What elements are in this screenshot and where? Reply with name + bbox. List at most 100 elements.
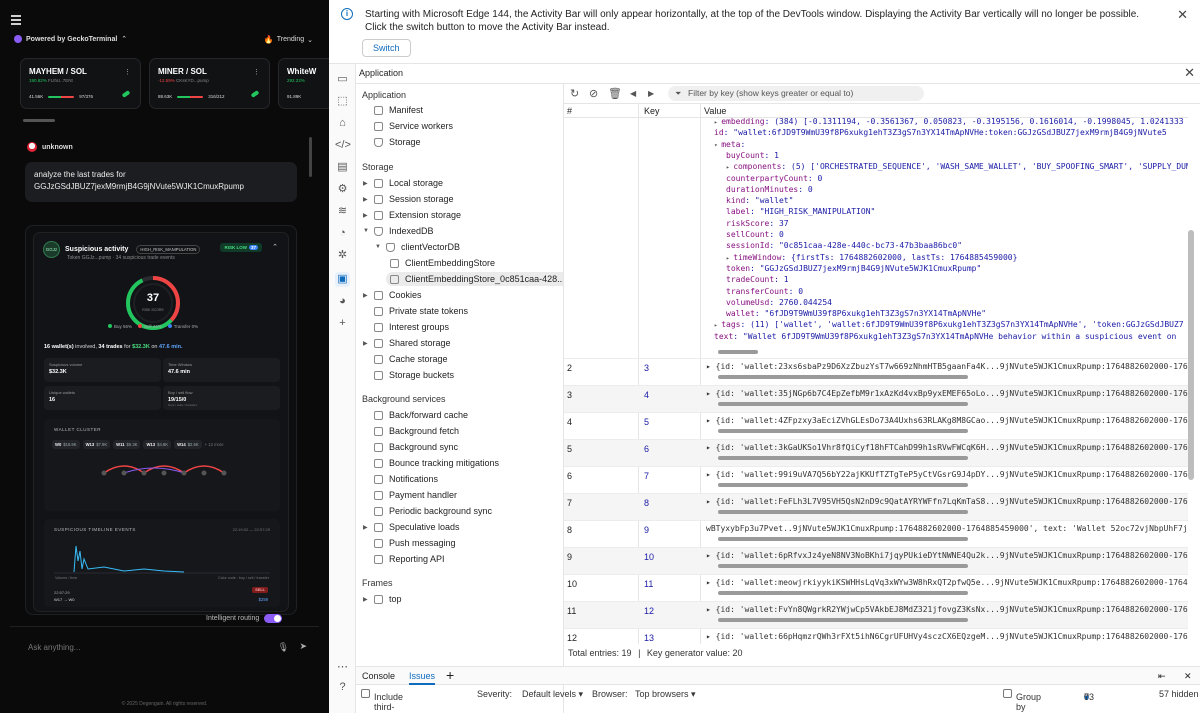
network-icon[interactable]: ≋ <box>335 204 350 219</box>
tree-storage-item[interactable]: Storage <box>374 137 421 147</box>
row-value[interactable]: ▸ {id: 'wallet:FvYn8QWgrkR2YWjwCp5VAkbEJ… <box>706 605 1188 614</box>
help-icon[interactable]: ? <box>335 680 350 695</box>
trending-card[interactable]: WhiteW 292.22% 91.89K <box>278 58 329 109</box>
row-scrollbar[interactable] <box>718 564 968 568</box>
tree-cache-storage[interactable]: Cache storage <box>374 354 448 364</box>
table-row[interactable]: 2 3 ▸ {id: 'wallet:23xs6sbaPz9D6XzZbuzYsT7… <box>564 358 1188 385</box>
row-scrollbar[interactable] <box>718 350 758 354</box>
tree-notifications[interactable]: Notifications <box>374 474 438 484</box>
object-property[interactable]: sellCount: 0 <box>726 230 784 239</box>
elements-icon[interactable]: </> <box>335 138 351 153</box>
trending-card[interactable]: MINER / SOL -12.59% CKsKYD...pump 88.63K… <box>149 58 270 109</box>
tree-shared-storage[interactable]: ▶ Shared storage <box>363 338 451 348</box>
table-row[interactable]: 12 13 ▸ {id: 'wallet:66pHqmzrQWh3rFXt5ihN6… <box>564 628 1188 644</box>
tab-issues[interactable]: Issues <box>409 671 436 685</box>
tree-session-storage[interactable]: ▶ Session storage <box>363 194 454 204</box>
more-tools-icon[interactable]: ⋯ <box>335 660 350 675</box>
object-property[interactable]: wallet: "6fJD9T9WmU39f8P6xukg1ehT3Z3gS7n… <box>726 309 986 318</box>
object-property[interactable]: ▸ components: (5) ['ORCHESTRATED_SEQUENC… <box>726 162 1188 171</box>
grid-scrollbar[interactable] <box>1188 230 1194 480</box>
row-scrollbar[interactable] <box>718 537 968 541</box>
row-scrollbar[interactable] <box>718 618 968 622</box>
more-icon[interactable]: ⋮ <box>124 68 131 76</box>
table-row[interactable]: 4 5 ▸ {id: 'wallet:4ZFpzxy3aEciZVhGLEsDo73… <box>564 412 1188 439</box>
sources-icon[interactable]: ⚙ <box>335 182 350 197</box>
key-filter-input[interactable]: ⏷ Filter by key (show keys greater or eq… <box>668 86 924 101</box>
trending-dropdown[interactable]: 🔥 Trending ⌄ <box>264 35 313 44</box>
row-value[interactable]: ▸ {id: 'wallet:meowjrkiyykiKSWHHsLqVq3xW… <box>706 578 1188 587</box>
table-row[interactable]: 5 6 ▸ {id: 'wallet:3kGaUKSo1Vhr8fQiCyf18hF… <box>564 439 1188 466</box>
checkbox[interactable] <box>361 689 370 698</box>
tree-client-embedding-store-selected[interactable]: ClientEmbeddingStore_0c851caa-428... <box>386 272 563 286</box>
table-row[interactable]: 6 7 ▸ {id: 'wallet:99i9uVA7Q56bY22ajKKUfTZ… <box>564 466 1188 493</box>
more-icon[interactable]: ⋮ <box>253 68 260 76</box>
add-tool-icon[interactable]: + <box>335 316 350 331</box>
vertical-scrollbar[interactable] <box>309 137 312 177</box>
chat-input[interactable]: Ask anything... <box>28 643 80 652</box>
checkbox[interactable] <box>1003 689 1012 698</box>
tree-bounce-tracking[interactable]: Bounce tracking mitigations <box>374 458 499 468</box>
tree-reporting-api[interactable]: Reporting API <box>374 554 445 564</box>
table-row[interactable]: 8 9 wBTyxybFp3u7Pvet..9jNVute5WJK1CmuxRpum… <box>564 520 1188 547</box>
row-value[interactable]: wBTyxybFp3u7Pvet..9jNVute5WJK1CmuxRpump:… <box>706 524 1188 533</box>
row-scrollbar[interactable] <box>718 375 968 379</box>
object-property[interactable]: ▾ meta: <box>714 140 745 149</box>
tree-interest-groups[interactable]: Interest groups <box>374 322 449 332</box>
routing-toggle[interactable] <box>264 614 283 623</box>
tree-frame-top[interactable]: ▶ top <box>363 594 402 604</box>
tree-speculative-loads[interactable]: ▶ Speculative loads <box>363 522 460 532</box>
tree-cookies[interactable]: ▶ Cookies <box>363 290 422 300</box>
tree-storage-buckets[interactable]: Storage buckets <box>374 370 454 380</box>
row-value[interactable]: ▸ {id: 'wallet:4ZFpzxy3aEciZVhGLEsDo73A4… <box>706 416 1188 425</box>
browser-select[interactable]: Top browsers ▾ <box>635 689 696 700</box>
row-value[interactable]: ▸ {id: 'wallet:FeFLh3L7V95VH5QsN2nD9c9Qa… <box>706 497 1188 506</box>
object-property[interactable]: counterpartyCount: 0 <box>726 174 822 183</box>
dock-icon[interactable]: ⇤ <box>1158 671 1166 682</box>
tree-payment-handler[interactable]: Payment handler <box>374 490 457 500</box>
table-row[interactable]: 10 11 ▸ {id: 'wallet:meowjrkiyykiKSWHHsLqV… <box>564 574 1188 601</box>
object-property[interactable]: sessionId: "0c851caa-428e-440c-bc73-47b3… <box>726 241 962 250</box>
column-value[interactable]: Value <box>704 106 726 116</box>
chat-input-bar[interactable]: Ask anything... 🎙 ➤ <box>10 626 319 670</box>
row-value[interactable]: ▸ {id: 'wallet:99i9uVA7Q56bY22ajKKUfTZTg… <box>706 470 1188 479</box>
tab-console[interactable]: Console <box>362 671 395 681</box>
microphone-icon[interactable]: 🎙 <box>278 642 289 653</box>
add-tab-icon[interactable]: + <box>446 667 454 683</box>
object-property[interactable]: id: "wallet:6fJD9T9WmU39f8P6xukg1ehT3Z3g… <box>714 128 1167 137</box>
row-scrollbar[interactable] <box>718 429 968 433</box>
row-value[interactable]: ▸ {id: 'wallet:6pRfvxJz4yeN8NV3NoBKhi7jq… <box>706 551 1188 560</box>
prev-page-icon[interactable]: ◀ <box>630 89 636 98</box>
row-value[interactable]: ▸ {id: 'wallet:35jNGp6b7C4EpZefbM9r1xAzK… <box>706 389 1188 398</box>
object-property[interactable]: ▸ timeWindow: {firstTs: 1764882602000, l… <box>726 253 1017 262</box>
row-scrollbar[interactable] <box>718 456 968 460</box>
object-property[interactable]: label: "HIGH_RISK_MANIPULATION" <box>726 207 875 216</box>
intelligent-routing[interactable]: Intelligent routing <box>206 614 283 623</box>
table-row[interactable]: 7 8 ▸ {id: 'wallet:FeFLh3L7V95VH5QsN2nD9c9… <box>564 493 1188 520</box>
tree-manifest[interactable]: Manifest <box>374 105 423 115</box>
row-scrollbar[interactable] <box>718 510 968 514</box>
collapse-icon[interactable]: ⌃ <box>272 243 278 251</box>
object-property[interactable]: token: "GGJzGSdJBUZ7jexM9rmjB4G9jNVute5W… <box>726 264 981 273</box>
tree-local-storage[interactable]: ▶ Local storage <box>363 178 443 188</box>
row-scrollbar[interactable] <box>718 483 968 487</box>
console-icon[interactable]: ▤ <box>335 160 350 175</box>
object-property[interactable]: volumeUsd: 2760.044254 <box>726 298 832 307</box>
tree-service-workers[interactable]: Service workers <box>374 121 453 131</box>
row-value[interactable]: ▸ {id: 'wallet:66pHqmzrQWh3rFXt5ihN6CgrU… <box>706 632 1188 641</box>
powered-by-badge[interactable]: Powered by GeckoTerminal ⌃ <box>14 35 127 43</box>
table-row[interactable]: 3 4 ▸ {id: 'wallet:35jNGp6b7C4EpZefbM9r1xA… <box>564 385 1188 412</box>
object-property[interactable]: buyCount: 1 <box>726 151 779 160</box>
device-icon[interactable]: ▭ <box>335 72 350 87</box>
close-drawer-icon[interactable]: ✕ <box>1184 671 1192 682</box>
object-property[interactable]: ▸ embedding: (384) [-0.1311194, -0.35613… <box>714 117 1184 126</box>
tree-background-sync[interactable]: Background sync <box>374 442 458 452</box>
object-property[interactable]: text: "Wallet 6fJD9T9WmU39f8P6xukg1ehT3Z… <box>714 332 1176 341</box>
object-property[interactable]: kind: "wallet" <box>726 196 793 205</box>
row-value[interactable]: ▸ {id: 'wallet:23xs6sbaPz9D6XzZbuzYsT7w6… <box>706 362 1188 371</box>
object-property[interactable]: tradeCount: 1 <box>726 275 789 284</box>
include-third-party[interactable]: Include third-party issues <box>361 689 403 713</box>
object-property[interactable]: transferCount: 0 <box>726 287 803 296</box>
tree-private-state-tokens[interactable]: Private state tokens <box>374 306 468 316</box>
refresh-icon[interactable]: ↻ <box>570 87 579 100</box>
trending-card[interactable]: MAYHEM / SOL 190.82% FLthU..7ENt 41.56K 9… <box>20 58 141 109</box>
